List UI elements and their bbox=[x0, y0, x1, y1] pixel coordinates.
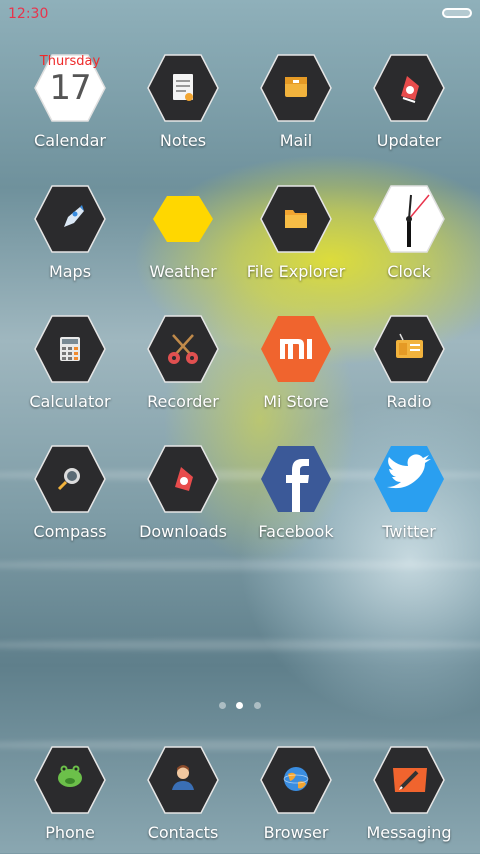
dock-phone[interactable]: Phone bbox=[15, 744, 125, 854]
twitter-bird-icon bbox=[373, 443, 445, 515]
battery-icon bbox=[442, 8, 472, 18]
app-label: Twitter bbox=[382, 522, 436, 541]
app-recorder[interactable]: Recorder bbox=[128, 313, 238, 423]
rocket-icon bbox=[34, 183, 106, 255]
radio-icon bbox=[373, 313, 445, 385]
page-dot[interactable] bbox=[219, 702, 226, 709]
calendar-date: 17 bbox=[49, 68, 91, 108]
app-label: Radio bbox=[386, 392, 432, 411]
compass-icon bbox=[34, 443, 106, 515]
app-label: File Explorer bbox=[246, 262, 346, 281]
globe-icon bbox=[260, 744, 332, 816]
app-label: Contacts bbox=[147, 823, 219, 842]
app-label: Maps bbox=[48, 262, 92, 281]
app-mi-store[interactable]: Mi Store bbox=[241, 313, 351, 423]
app-label: Calendar bbox=[34, 131, 106, 150]
weather-icon bbox=[147, 183, 219, 255]
app-calendar[interactable]: Thursday 17 Calendar bbox=[15, 52, 125, 162]
app-twitter[interactable]: Twitter bbox=[354, 443, 464, 553]
guitars-icon bbox=[147, 313, 219, 385]
app-compass[interactable]: Compass bbox=[15, 443, 125, 553]
app-updater[interactable]: Updater bbox=[354, 52, 464, 162]
app-mail[interactable]: Mail bbox=[241, 52, 351, 162]
app-notes[interactable]: Notes bbox=[128, 52, 238, 162]
app-radio[interactable]: Radio bbox=[354, 313, 464, 423]
app-clock[interactable]: Clock bbox=[354, 183, 464, 293]
app-label: Browser bbox=[263, 823, 329, 842]
dock-browser[interactable]: Browser bbox=[241, 744, 351, 854]
app-label: Compass bbox=[33, 522, 107, 541]
phone-frog-icon bbox=[34, 744, 106, 816]
app-label: Facebook bbox=[258, 522, 334, 541]
app-label: Mi Store bbox=[263, 392, 329, 411]
page-dot-active[interactable] bbox=[236, 702, 243, 709]
wallpaper-ripple bbox=[0, 560, 480, 570]
mail-icon bbox=[260, 52, 332, 124]
app-label: Notes bbox=[159, 131, 207, 150]
notes-icon bbox=[147, 52, 219, 124]
status-bar: 12:30 bbox=[0, 0, 480, 28]
app-maps[interactable]: Maps bbox=[15, 183, 125, 293]
messaging-pencil-icon bbox=[373, 744, 445, 816]
calculator-icon bbox=[34, 313, 106, 385]
app-label: Calculator bbox=[29, 392, 111, 411]
app-calculator[interactable]: Calculator bbox=[15, 313, 125, 423]
app-label: Downloads bbox=[139, 522, 227, 541]
mi-logo-icon bbox=[260, 313, 332, 385]
calendar-icon: Thursday 17 bbox=[34, 52, 106, 124]
contacts-person-icon bbox=[147, 744, 219, 816]
facebook-icon bbox=[260, 443, 332, 515]
app-label: Clock bbox=[387, 262, 431, 281]
dock-contacts[interactable]: Contacts bbox=[128, 744, 238, 854]
app-facebook[interactable]: Facebook bbox=[241, 443, 351, 553]
app-file-explorer[interactable]: File Explorer bbox=[241, 183, 351, 293]
app-weather[interactable]: Weather bbox=[128, 183, 238, 293]
app-label: Phone bbox=[45, 823, 95, 842]
folder-icon bbox=[260, 183, 332, 255]
app-label: Mail bbox=[279, 131, 313, 150]
clock-icon bbox=[373, 183, 445, 255]
downloads-icon bbox=[147, 443, 219, 515]
app-label: Updater bbox=[376, 131, 442, 150]
app-label: Recorder bbox=[147, 392, 219, 411]
app-downloads[interactable]: Downloads bbox=[128, 443, 238, 553]
calendar-day-name: Thursday bbox=[39, 54, 101, 69]
page-dot[interactable] bbox=[254, 702, 261, 709]
app-label: Weather bbox=[149, 262, 217, 281]
dock-messaging[interactable]: Messaging bbox=[354, 744, 464, 854]
wallpaper-ripple bbox=[0, 640, 480, 650]
page-indicator[interactable] bbox=[0, 702, 480, 712]
status-time: 12:30 bbox=[8, 6, 49, 22]
updater-icon bbox=[373, 52, 445, 124]
app-label: Messaging bbox=[366, 823, 452, 842]
